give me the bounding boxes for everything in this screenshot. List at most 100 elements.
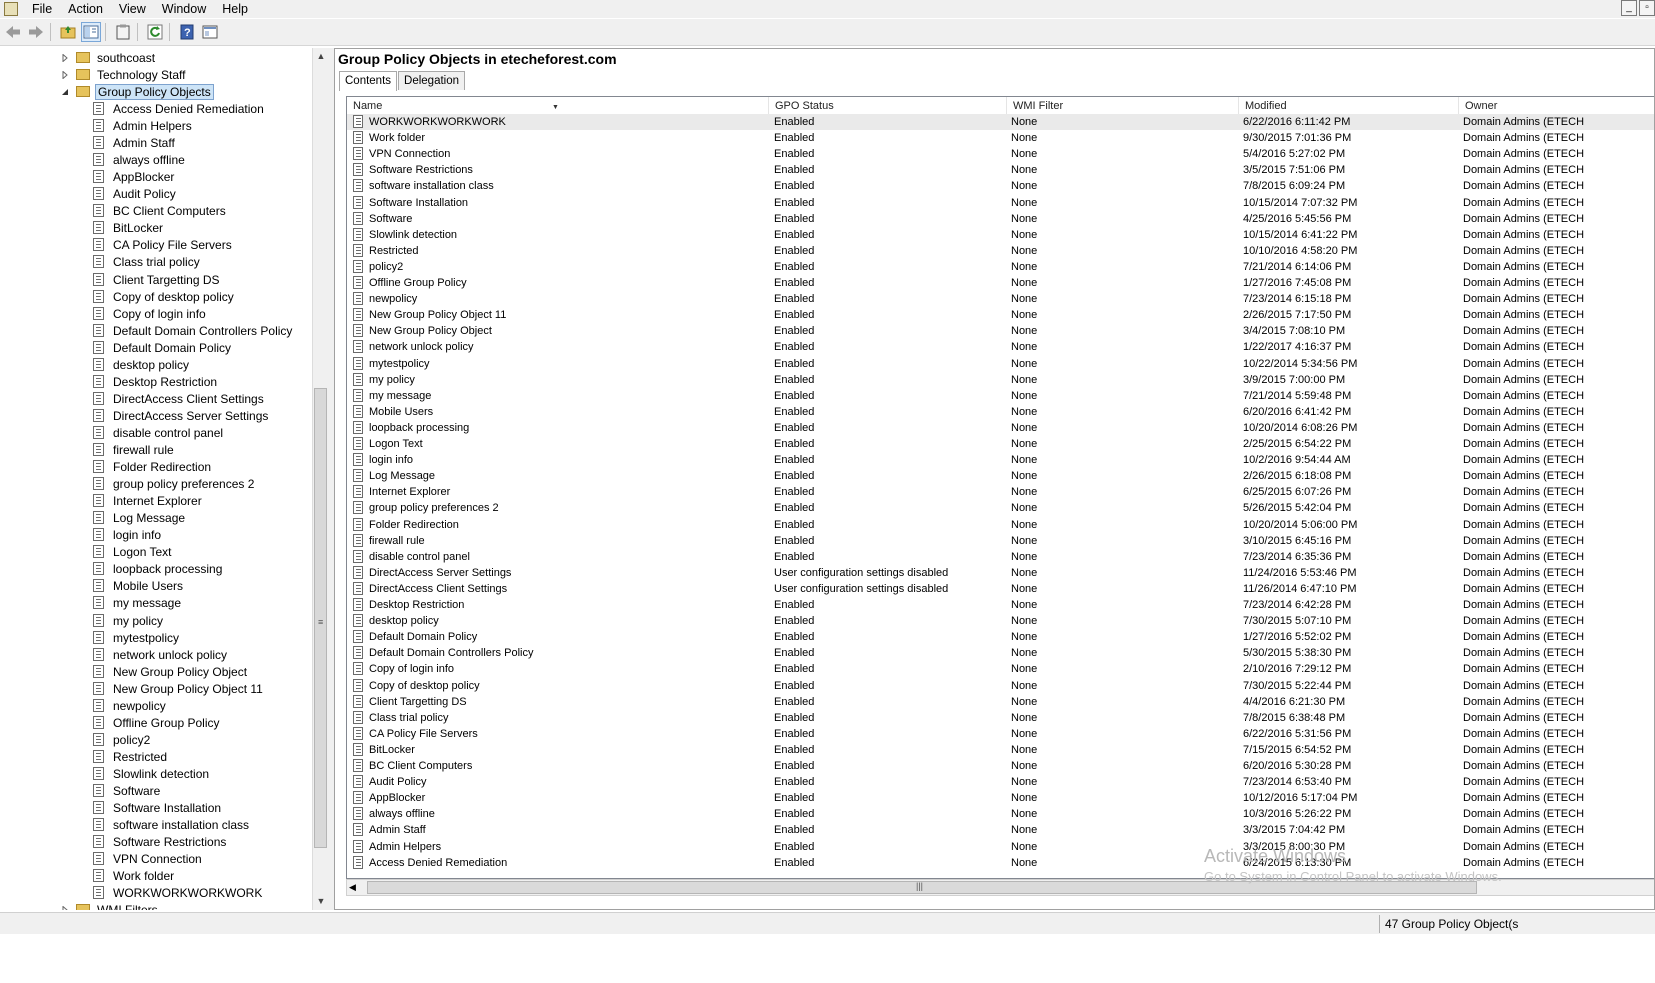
tree-node[interactable]: BC Client Computers <box>93 202 228 219</box>
tree-node[interactable]: Copy of desktop policy <box>93 288 236 305</box>
table-row[interactable]: Offline Group Policy Enabled None 1/27/2016… <box>347 275 1654 291</box>
tab-contents[interactable]: Contents <box>339 71 398 91</box>
menu-window[interactable]: Window <box>154 0 214 18</box>
table-row[interactable]: group policy preferences 2 Enabled None 5/2… <box>347 500 1654 516</box>
scroll-down-arrow-icon[interactable]: ▼ <box>313 893 329 910</box>
tree-node[interactable]: VPN Connection <box>93 850 204 867</box>
tree-node[interactable]: Audit Policy <box>93 185 178 202</box>
menu-view[interactable]: View <box>111 0 154 18</box>
tree-node[interactable]: Logon Text <box>93 543 174 560</box>
column-header-gpo-status[interactable]: GPO Status <box>769 97 1007 114</box>
tree-node[interactable]: Slowlink detection <box>93 765 211 782</box>
tree-node[interactable]: login info <box>93 526 163 543</box>
tree-node[interactable]: WORKWORKWORKWORK <box>93 884 264 901</box>
table-row[interactable]: Copy of desktop policy Enabled None 7/30/20… <box>347 678 1654 694</box>
tree-node[interactable]: Access Denied Remediation <box>93 100 266 117</box>
tree-node[interactable]: Offline Group Policy <box>93 714 222 731</box>
tree-node[interactable]: Group Policy Objects <box>60 83 214 100</box>
tree-node[interactable]: always offline <box>93 151 187 168</box>
tree-node[interactable]: Software Installation <box>93 799 223 816</box>
restore-button[interactable]: ▫ <box>1639 0 1655 16</box>
tree-node[interactable]: Software Restrictions <box>93 833 228 850</box>
tab-delegation[interactable]: Delegation <box>398 71 466 90</box>
tree-node[interactable]: loopback processing <box>93 560 224 577</box>
table-row[interactable]: login info Enabled None 10/2/2016 9:54:44 A… <box>347 452 1654 468</box>
tree-node[interactable]: Restricted <box>93 748 169 765</box>
table-row[interactable]: policy2 Enabled None 7/21/2014 6:14:06 PM Do… <box>347 259 1654 275</box>
table-row[interactable]: my message Enabled None 7/21/2014 5:59:48 P… <box>347 388 1654 404</box>
tree-node[interactable]: my policy <box>93 612 165 629</box>
collapsed-arrow-icon[interactable] <box>60 905 70 910</box>
table-row[interactable]: disable control panel Enabled None 7/23/201… <box>347 549 1654 565</box>
table-row[interactable]: New Group Policy Object 11 Enabled None 2/2… <box>347 307 1654 323</box>
tree-node[interactable]: desktop policy <box>93 356 191 373</box>
table-row[interactable]: Client Targetting DS Enabled None 4/4/2016 … <box>347 694 1654 710</box>
table-row[interactable]: Slowlink detection Enabled None 10/15/2014 … <box>347 227 1654 243</box>
menu-help[interactable]: Help <box>214 0 256 18</box>
tree-node[interactable]: Default Domain Policy <box>93 339 233 356</box>
table-row[interactable]: DirectAccess Server Settings User configu… <box>347 565 1654 581</box>
tree-node[interactable]: Class trial policy <box>93 253 202 270</box>
forward-icon[interactable] <box>26 22 46 42</box>
table-row[interactable]: Internet Explorer Enabled None 6/25/2015 6:… <box>347 484 1654 500</box>
table-row[interactable]: Software Enabled None 4/25/2016 5:45:56 PM D… <box>347 211 1654 227</box>
tree-node[interactable]: firewall rule <box>93 441 176 458</box>
table-row[interactable]: VPN Connection Enabled None 5/4/2016 5:27:0… <box>347 146 1654 162</box>
table-row[interactable]: Logon Text Enabled None 2/25/2015 6:54:22 P… <box>347 436 1654 452</box>
column-header-modified[interactable]: Modified <box>1239 97 1459 114</box>
tree-node[interactable]: Client Targetting DS <box>93 271 222 288</box>
table-row[interactable]: Restricted Enabled None 10/10/2016 4:58:20 … <box>347 243 1654 259</box>
tree-node[interactable]: policy2 <box>93 731 152 748</box>
tree-node[interactable]: Admin Staff <box>93 134 177 151</box>
table-row[interactable]: Audit Policy Enabled None 7/23/2014 6:53:40… <box>347 774 1654 790</box>
clipboard-icon[interactable] <box>113 22 133 42</box>
table-row[interactable]: Work folder Enabled None 9/30/2015 7:01:36 … <box>347 130 1654 146</box>
tree-node[interactable]: WMI Filters <box>60 901 160 910</box>
tree-node[interactable]: Work folder <box>93 867 176 884</box>
table-row[interactable]: Class trial policy Enabled None 7/8/2015 6:… <box>347 710 1654 726</box>
properties-icon[interactable] <box>200 22 220 42</box>
table-row[interactable]: desktop policy Enabled None 7/30/2015 5:07:… <box>347 613 1654 629</box>
tree-node[interactable]: New Group Policy Object 11 <box>93 680 265 697</box>
tree-node[interactable]: newpolicy <box>93 697 168 714</box>
table-row[interactable]: Folder Redirection Enabled None 10/20/2014 … <box>347 517 1654 533</box>
tree-node[interactable]: CA Policy File Servers <box>93 236 234 253</box>
help-icon[interactable]: ? <box>177 22 197 42</box>
tree-node[interactable]: New Group Policy Object <box>93 663 249 680</box>
tree-node[interactable]: DirectAccess Server Settings <box>93 407 270 424</box>
tree-node[interactable]: Desktop Restriction <box>93 373 219 390</box>
tree-node[interactable]: DirectAccess Client Settings <box>93 390 266 407</box>
tree-node[interactable]: group policy preferences 2 <box>93 475 256 492</box>
table-row[interactable]: loopback processing Enabled None 10/20/2014… <box>347 420 1654 436</box>
table-row[interactable]: my policy Enabled None 3/9/2015 7:00:00 PM D… <box>347 372 1654 388</box>
table-row[interactable]: newpolicy Enabled None 7/23/2014 6:15:18 PM… <box>347 291 1654 307</box>
tree-node[interactable]: Software <box>93 782 162 799</box>
app-icon[interactable] <box>4 2 18 16</box>
table-row[interactable]: Copy of login info Enabled None 2/10/2016 7… <box>347 661 1654 677</box>
table-row[interactable]: DirectAccess Client Settings User configu… <box>347 581 1654 597</box>
table-row[interactable]: mytestpolicy Enabled None 10/22/2014 5:34:5… <box>347 356 1654 372</box>
tree-node[interactable]: mytestpolicy <box>93 629 181 646</box>
table-row[interactable]: Admin Helpers Enabled None 3/3/2015 8:00:30… <box>347 839 1654 855</box>
tree-node[interactable]: Technology Staff <box>60 66 188 83</box>
tree-node[interactable]: Folder Redirection <box>93 458 213 475</box>
menu-file[interactable]: File <box>24 0 60 18</box>
back-icon[interactable] <box>3 22 23 42</box>
tree-node[interactable]: Copy of login info <box>93 305 208 322</box>
tree-node[interactable]: Mobile Users <box>93 577 185 594</box>
tree-node[interactable]: software installation class <box>93 816 251 833</box>
tree-node[interactable]: southcoast <box>60 49 157 66</box>
tree-node[interactable]: Internet Explorer <box>93 492 204 509</box>
table-row[interactable]: Default Domain Policy Enabled None 1/27/201… <box>347 629 1654 645</box>
expanded-arrow-icon[interactable] <box>60 87 70 97</box>
collapsed-arrow-icon[interactable] <box>60 70 70 80</box>
tree-node[interactable]: disable control panel <box>93 424 225 441</box>
tree-node[interactable]: my message <box>93 594 183 611</box>
table-row[interactable]: AppBlocker Enabled None 10/12/2016 5:17:04 … <box>347 790 1654 806</box>
table-row[interactable]: Software Restrictions Enabled None 3/5/2015… <box>347 162 1654 178</box>
tree-vertical-scrollbar[interactable]: ▲ ≡ ▼ <box>312 48 329 910</box>
scroll-left-arrow-icon[interactable]: ◀ <box>349 880 356 895</box>
minimize-button[interactable]: _ <box>1621 0 1637 16</box>
tree-node[interactable]: BitLocker <box>93 219 165 236</box>
scroll-thumb[interactable]: ≡ <box>314 388 327 848</box>
